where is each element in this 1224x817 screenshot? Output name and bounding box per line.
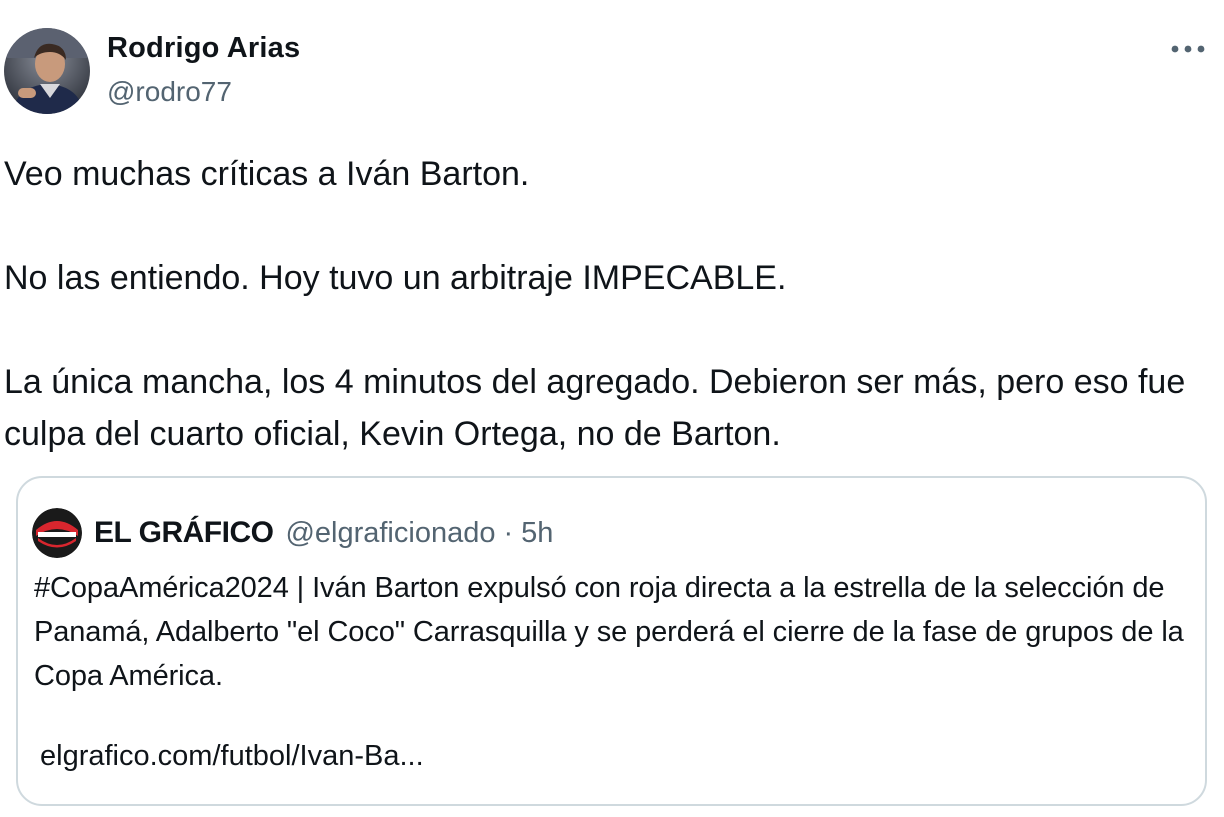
quoted-tweet-timestamp[interactable]: 5h: [521, 517, 553, 550]
author-name[interactable]: Rodrigo Arias: [107, 32, 300, 65]
author-avatar[interactable]: [4, 28, 90, 114]
tweet-text: Veo muchas críticas a Iván Barton. No la…: [4, 148, 1204, 460]
tweet: Rodrigo Arias @rodro77 Veo muchas crític…: [0, 0, 1224, 817]
quoted-author-avatar[interactable]: [32, 508, 82, 558]
quoted-author-handle[interactable]: @elgraficionado: [285, 517, 495, 550]
separator-dot: ·: [503, 516, 514, 549]
tweet-paragraph: No las entiendo. Hoy tuvo un arbitraje I…: [4, 259, 787, 297]
tweet-paragraph: La única mancha, los 4 minutos del agreg…: [4, 363, 1186, 453]
quoted-tweet-link[interactable]: elgrafico.com/futbol/Ivan-Ba...: [40, 740, 424, 773]
profile-photo-avatar-icon: [4, 28, 90, 114]
quoted-tweet-card[interactable]: EL GRÁFICO @elgraficionado · 5h #CopaAmé…: [16, 476, 1207, 806]
more-options-button[interactable]: [1166, 34, 1210, 64]
more-options-icon: [1171, 45, 1205, 53]
el-grafico-logo-icon: [32, 508, 82, 558]
quoted-author-name[interactable]: EL GRÁFICO: [94, 516, 274, 550]
quoted-tweet-header: EL GRÁFICO @elgraficionado · 5h: [32, 508, 553, 558]
tweet-paragraph: Veo muchas críticas a Iván Barton.: [4, 155, 530, 193]
author-handle[interactable]: @rodro77: [107, 76, 232, 108]
quoted-tweet-text: #CopaAmérica2024 | Iván Barton expulsó c…: [34, 572, 1184, 692]
